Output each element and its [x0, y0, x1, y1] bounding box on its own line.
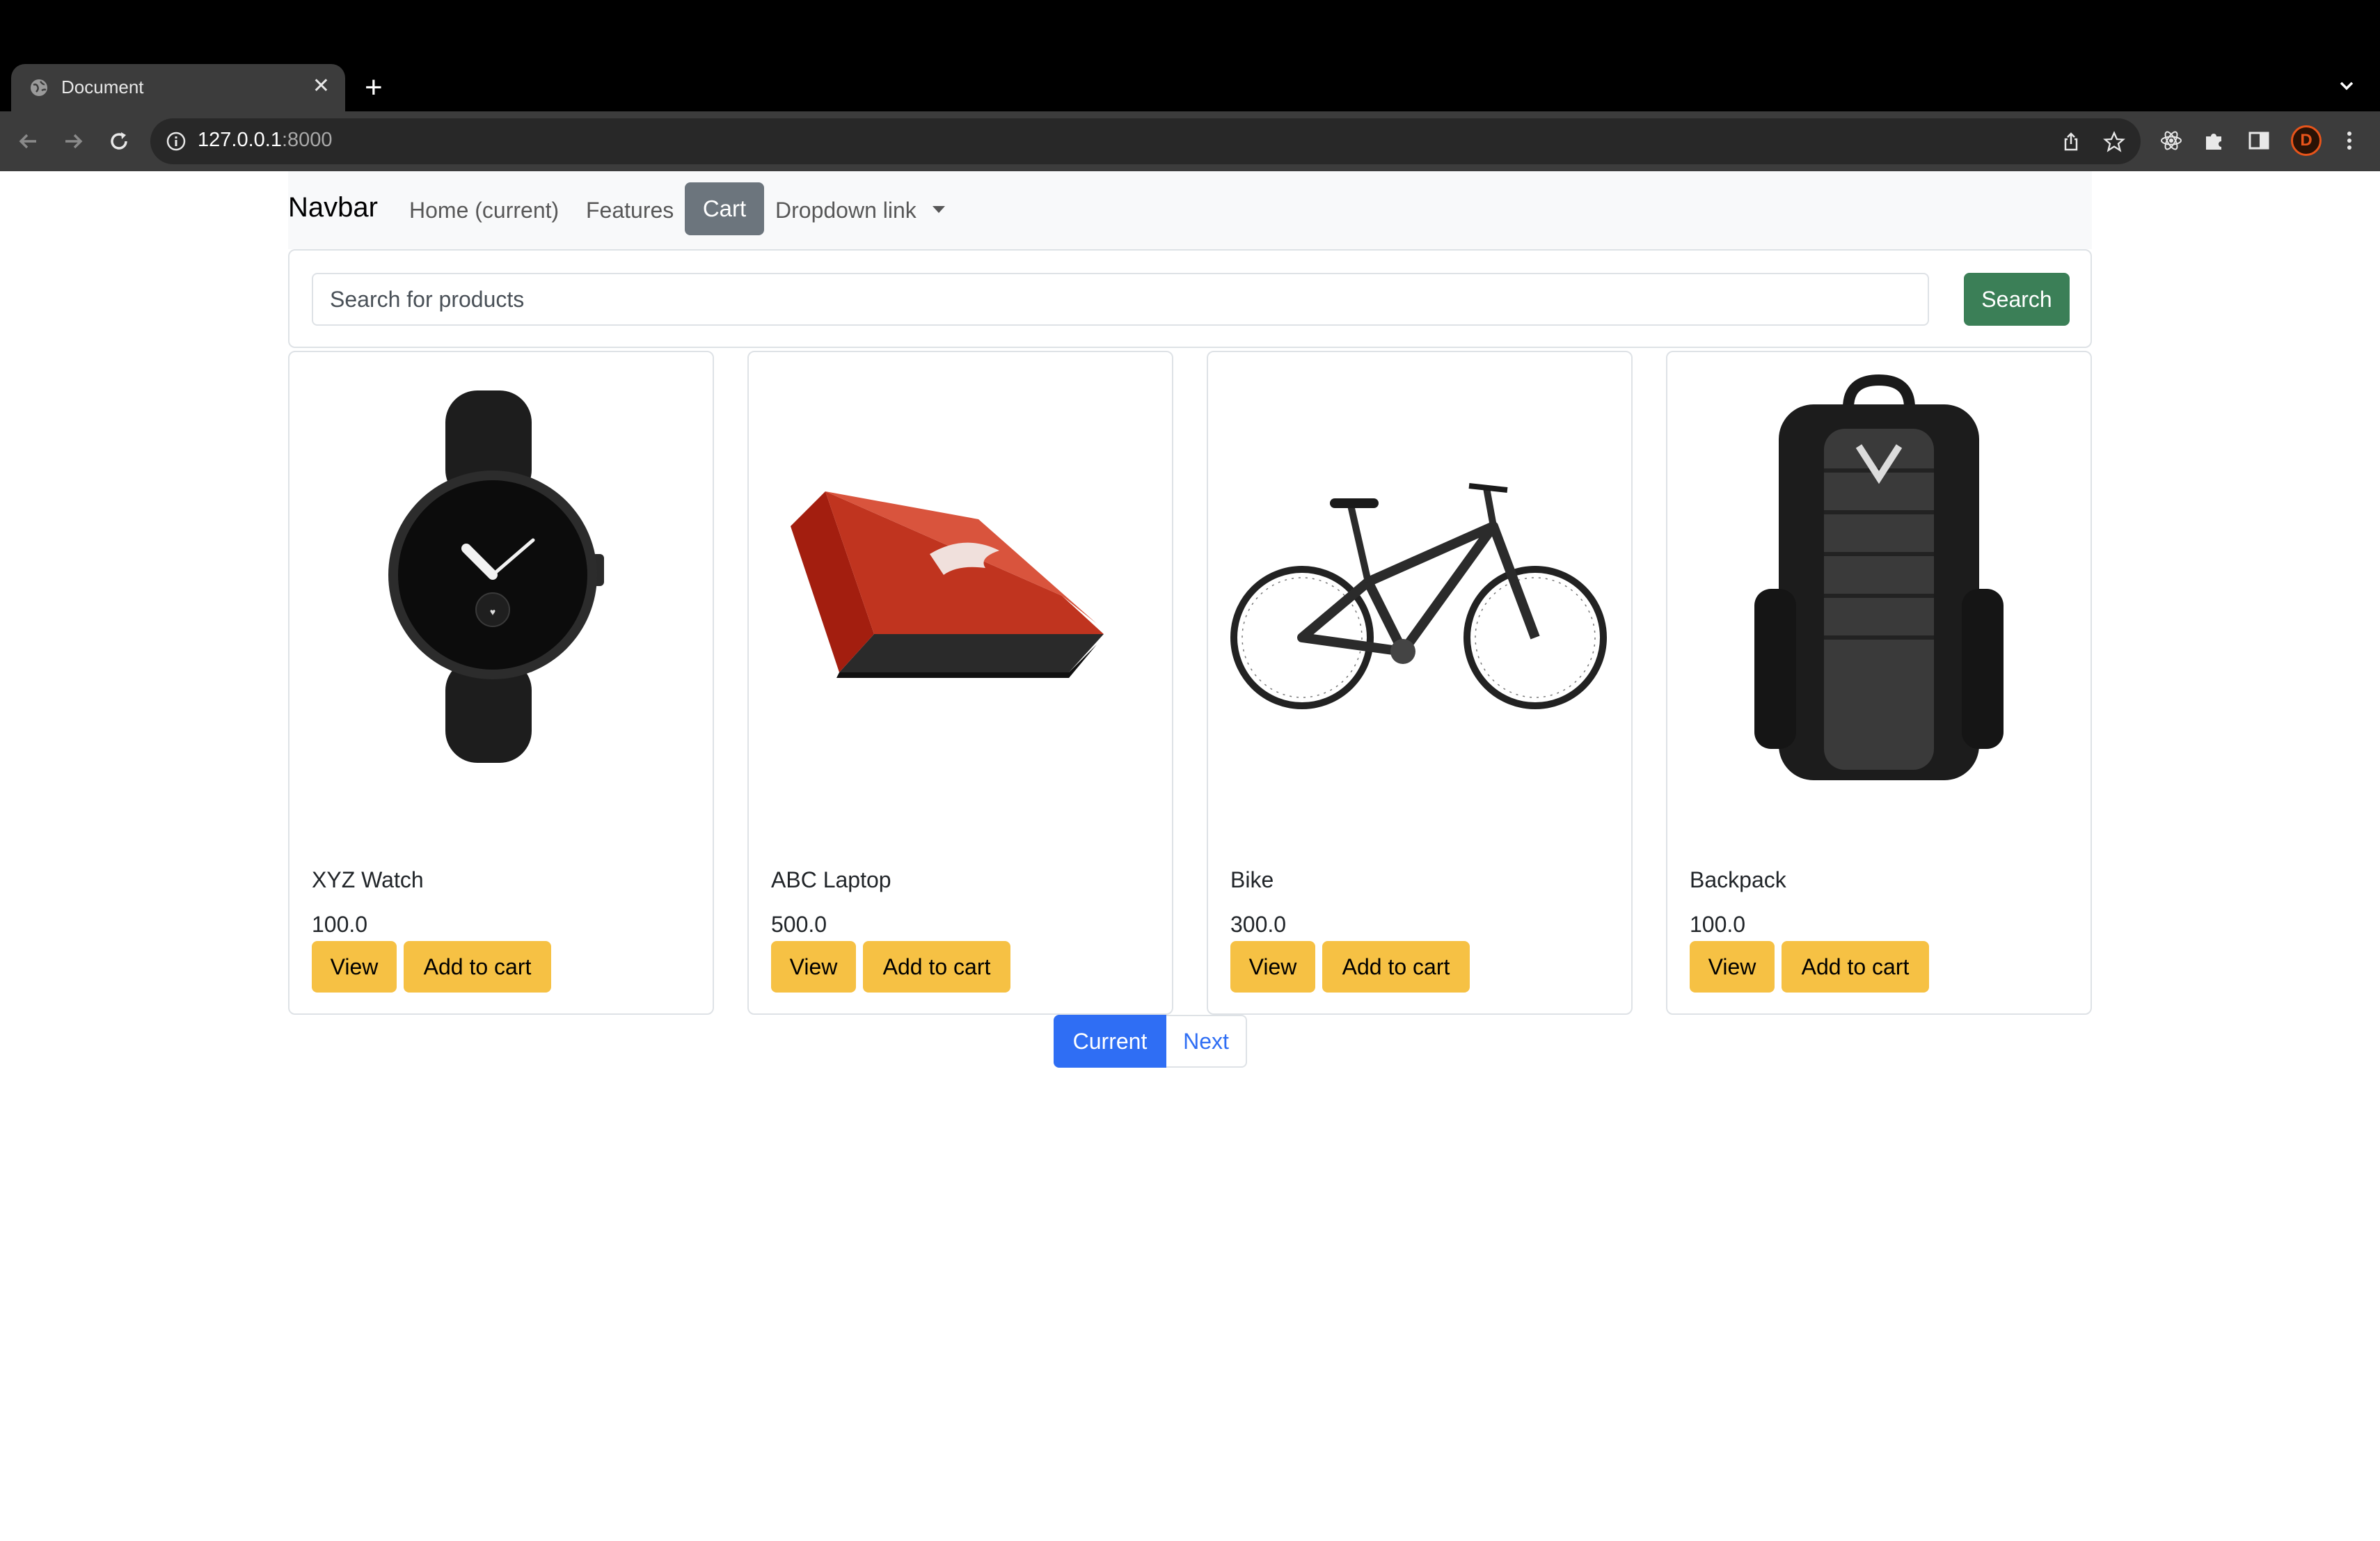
url-port: :8000 [281, 129, 333, 151]
nav-link-dropdown[interactable]: Dropdown link [775, 198, 917, 223]
product-card: ♥ XYZ Watch 100.0 View Add to cart [288, 351, 714, 1015]
backpack-image [1754, 374, 2004, 780]
product-price: 300.0 [1230, 912, 1287, 937]
page-next-button[interactable]: Next [1166, 1015, 1247, 1068]
add-to-cart-button[interactable]: Add to cart [1322, 941, 1470, 993]
browser-tab-strip: Document ✕ + [0, 0, 2380, 111]
forward-icon[interactable] [58, 127, 88, 156]
chevron-down-icon[interactable] [2333, 72, 2361, 100]
search-button[interactable]: Search [1964, 273, 2070, 326]
product-price: 500.0 [771, 912, 827, 937]
globe-icon [31, 79, 47, 96]
view-button[interactable]: View [771, 941, 856, 993]
search-input[interactable] [312, 273, 1929, 326]
product-name[interactable]: ABC Laptop [771, 867, 891, 893]
profile-avatar[interactable]: D [2291, 125, 2322, 156]
nav-link-home[interactable]: Home (current) [409, 198, 559, 223]
navbar-brand[interactable]: Navbar [288, 192, 378, 223]
navbar: Navbar Home (current) Features Cart Drop… [288, 171, 2092, 249]
product-card: ABC Laptop 500.0 View Add to cart [747, 351, 1173, 1015]
address-bar[interactable]: 127.0.0.1:8000 [150, 118, 2141, 164]
product-card: Backpack 100.0 View Add to cart [1666, 351, 2092, 1015]
share-icon[interactable] [2060, 131, 2082, 153]
new-tab-icon[interactable]: + [365, 67, 383, 109]
add-to-cart-button[interactable]: Add to cart [863, 941, 1010, 993]
product-name[interactable]: XYZ Watch [312, 867, 424, 893]
product-name[interactable]: Bike [1230, 867, 1274, 893]
add-to-cart-button[interactable]: Add to cart [1782, 941, 1929, 993]
reload-icon[interactable] [104, 127, 134, 156]
laptop-image [791, 491, 1104, 678]
add-to-cart-button[interactable]: Add to cart [404, 941, 551, 993]
url-host: 127.0.0.1 [198, 129, 282, 151]
view-button[interactable]: View [1230, 941, 1315, 993]
browser-toolbar: 127.0.0.1:8000 D [0, 111, 2380, 171]
product-price: 100.0 [312, 912, 368, 937]
view-button[interactable]: View [1690, 941, 1775, 993]
bike-image [1230, 483, 1607, 709]
smartwatch-image: ♥ [388, 390, 604, 763]
view-button[interactable]: View [312, 941, 397, 993]
browser-tab[interactable]: Document ✕ [11, 64, 345, 111]
product-card: Bike 300.0 View Add to cart [1207, 351, 1633, 1015]
page-current-button[interactable]: Current [1054, 1015, 1166, 1068]
react-devtools-icon[interactable] [2159, 128, 2184, 153]
nav-link-cart[interactable]: Cart [685, 182, 764, 235]
product-price: 100.0 [1690, 912, 1746, 937]
extensions-puzzle-icon[interactable] [2202, 128, 2227, 153]
pagination: Current Next [1054, 1015, 1247, 1068]
back-icon[interactable] [14, 127, 43, 156]
nav-link-features[interactable]: Features [586, 198, 674, 223]
svg-text:♥: ♥ [490, 606, 495, 617]
product-name[interactable]: Backpack [1690, 867, 1786, 893]
tab-title: Document [61, 77, 144, 97]
side-panel-icon[interactable] [2246, 128, 2271, 153]
more-menu-icon[interactable] [2337, 128, 2362, 153]
url-text: 127.0.0.1:8000 [198, 129, 333, 152]
search-card: Search [288, 249, 2092, 348]
caret-down-icon[interactable] [933, 206, 945, 213]
close-tab-icon[interactable]: ✕ [312, 74, 330, 98]
bookmark-star-icon[interactable] [2103, 131, 2125, 153]
site-info-icon[interactable] [166, 131, 187, 152]
